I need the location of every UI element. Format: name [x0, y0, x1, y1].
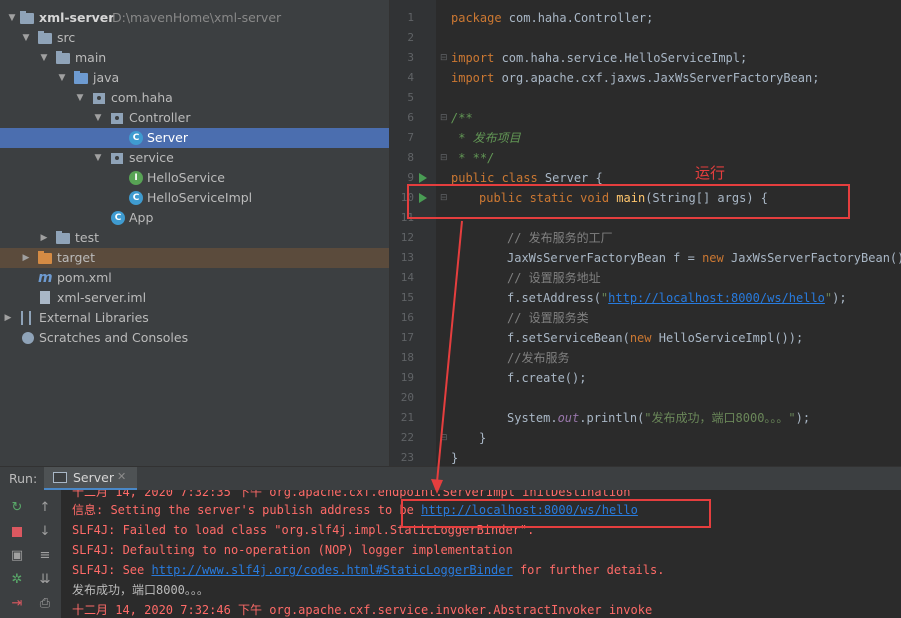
annotation-arrow: [431, 220, 463, 494]
annotation-arrow-line: [436, 220, 463, 483]
annotation-arrow-head: [431, 479, 443, 494]
